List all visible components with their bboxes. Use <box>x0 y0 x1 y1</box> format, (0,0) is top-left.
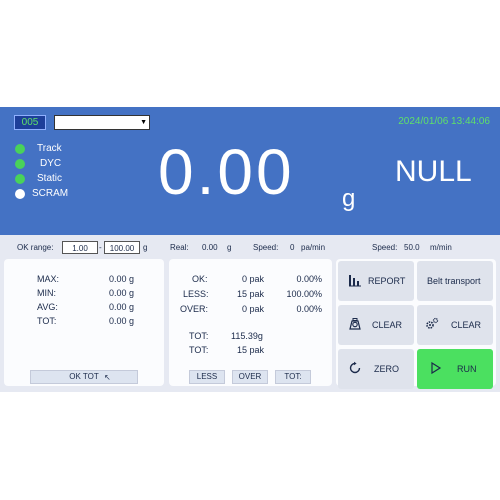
tot-weight-label: TOT: <box>189 331 209 341</box>
count-percent: 0.00% <box>296 304 322 314</box>
stat-value: 0.00 g <box>108 316 134 326</box>
clear-settings-button[interactable]: CLEAR <box>417 305 493 345</box>
count-value: 15 pak <box>236 289 264 299</box>
count-value: 0 pak <box>241 274 264 284</box>
counts-panel: OK: 0 pak 0.00% LESS: 15 pak 100.00% OVE… <box>169 259 332 386</box>
real-label: Real: <box>170 243 189 252</box>
stat-label: AVG: <box>37 302 58 312</box>
count-label: OVER: <box>180 304 209 314</box>
status-label: Track <box>37 143 62 154</box>
speed-label: Speed: <box>253 243 279 252</box>
stat-label: MAX: <box>37 274 60 284</box>
ok-range-low-input[interactable]: 1.00 <box>62 241 98 254</box>
weight-unit: g <box>342 185 356 212</box>
tot-count-label: TOT: <box>189 345 209 355</box>
bar-chart-icon <box>349 275 361 287</box>
play-icon <box>431 361 442 375</box>
cursor-icon: ↖ <box>104 373 111 382</box>
belt-transport-label: Belt transport <box>427 276 481 286</box>
run-button[interactable]: RUN <box>417 349 493 389</box>
less-button[interactable]: LESS <box>189 370 225 384</box>
ok-tot-button[interactable]: OK TOT <box>30 370 138 384</box>
status-dot-icon <box>15 189 25 199</box>
status-scram: SCRAM <box>15 187 135 201</box>
real-unit: g <box>227 243 232 252</box>
result-display: NULL <box>395 155 472 188</box>
zero-button[interactable]: ZERO <box>338 349 414 389</box>
real-value: 0.00 <box>202 243 218 252</box>
status-dot-icon <box>15 144 25 154</box>
status-label: DYC <box>40 158 62 169</box>
product-dropdown[interactable]: ▼ <box>54 115 150 130</box>
speed-value: 0 <box>290 243 295 252</box>
ok-range-separator: - <box>99 243 102 252</box>
status-dyc: DYC <box>15 157 135 171</box>
belt-transport-button[interactable]: Belt transport <box>417 261 493 301</box>
ok-range-label: OK range: <box>17 243 54 252</box>
status-static: Static <box>15 172 135 186</box>
weight-display: 0.00 <box>158 136 295 208</box>
stat-label: TOT: <box>37 316 57 326</box>
status-dot-icon <box>15 174 25 184</box>
report-label: REPORT <box>368 276 406 286</box>
ok-range-unit: g <box>143 243 148 252</box>
status-track: Track <box>15 142 135 156</box>
info-bar: OK range: 1.00 - 100.00 g Real: 0.00 g S… <box>0 241 500 254</box>
chevron-down-icon: ▼ <box>140 119 147 126</box>
status-dot-icon <box>15 159 25 169</box>
scale-icon <box>349 318 361 330</box>
header-panel: 005 ▼ 2024/01/06 13:44:06 Track DYC Stat… <box>0 107 500 235</box>
actions-panel: REPORT Belt transport CLEAR CLEAR ZERO R… <box>336 259 496 389</box>
ok-range-high-input[interactable]: 100.00 <box>104 241 140 254</box>
tot-button[interactable]: TOT: <box>275 370 311 384</box>
clear-weight-button[interactable]: CLEAR <box>338 305 414 345</box>
datetime-display: 2024/01/06 13:44:06 <box>398 116 490 127</box>
stat-value: 0.00 g <box>108 274 134 284</box>
stats-panel: MAX: 0.00 g MIN: 0.00 g AVG: 0.00 g TOT:… <box>4 259 164 386</box>
run-label: RUN <box>457 364 477 374</box>
zero-label: ZERO <box>374 364 400 374</box>
count-percent: 0.00% <box>296 274 322 284</box>
speed-unit: pa/min <box>301 243 326 252</box>
count-value: 0 pak <box>241 304 264 314</box>
speed2-unit: m/min <box>430 243 452 252</box>
stat-label: MIN: <box>37 288 56 298</box>
over-button[interactable]: OVER <box>232 370 268 384</box>
tot-count-value: 15 pak <box>237 345 265 355</box>
count-percent: 100.00% <box>286 289 322 299</box>
status-label: SCRAM <box>32 188 69 199</box>
stat-value: 0.00 g <box>108 302 134 312</box>
report-button[interactable]: REPORT <box>338 261 414 301</box>
speed2-value: 50.0 <box>404 243 420 252</box>
refresh-icon <box>349 361 361 374</box>
device-id-box[interactable]: 005 <box>14 115 46 130</box>
speed2-label: Speed: <box>372 243 398 252</box>
tot-weight-value: 115.39g <box>231 331 263 341</box>
stat-value: 0.00 g <box>108 288 134 298</box>
scale-screen: 005 ▼ 2024/01/06 13:44:06 Track DYC Stat… <box>0 107 500 392</box>
gears-icon <box>426 317 439 329</box>
count-label: OK: <box>192 274 208 284</box>
count-label: LESS: <box>183 289 209 299</box>
status-label: Static <box>37 173 63 184</box>
clear-weight-label: CLEAR <box>372 320 403 330</box>
clear-settings-label: CLEAR <box>451 320 482 330</box>
